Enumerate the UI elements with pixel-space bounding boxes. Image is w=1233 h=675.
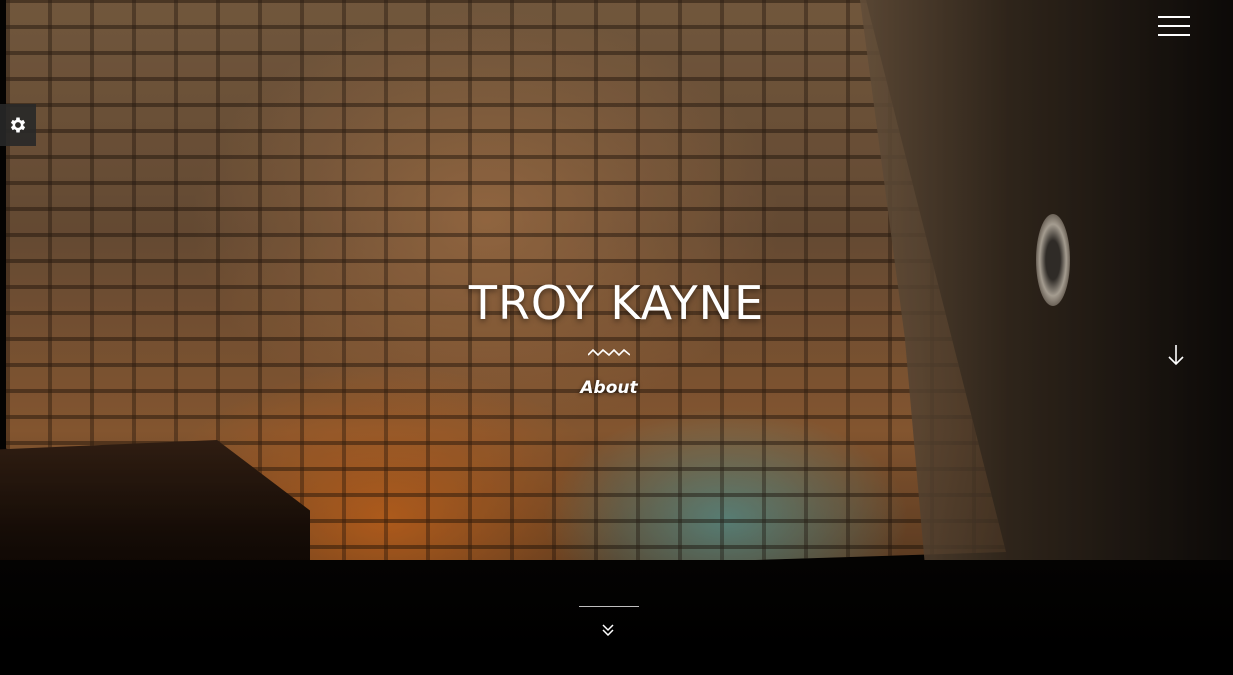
hero-section: TROY KAYNE About <box>0 0 1233 675</box>
about-link[interactable]: About <box>0 378 1218 398</box>
hero-title: TROY KAYNE <box>468 276 765 330</box>
arrow-down-icon[interactable] <box>1166 343 1186 367</box>
hamburger-line <box>1158 25 1190 27</box>
hamburger-line <box>1158 34 1190 36</box>
hero-overlay <box>0 0 1233 675</box>
double-chevron-down-icon[interactable] <box>600 622 616 638</box>
bottom-divider <box>579 606 639 607</box>
hamburger-menu-icon[interactable] <box>1158 16 1190 38</box>
hamburger-line <box>1158 16 1190 18</box>
wave-icon <box>588 348 630 357</box>
gear-icon <box>10 117 26 133</box>
settings-toggle-button[interactable] <box>0 104 36 146</box>
